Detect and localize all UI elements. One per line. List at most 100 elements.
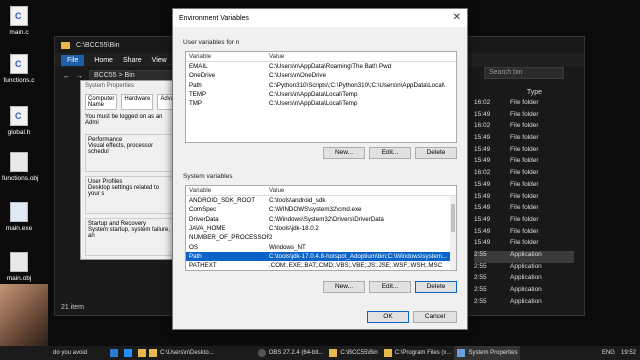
system-properties-window: System Properties Computer Name Hardware… [80,80,187,260]
taskbar-item-program-files[interactable]: C:\Program Files (x... [381,346,455,360]
file-row[interactable]: 2:55 Application [474,286,574,298]
system-new-button[interactable]: New... [323,281,365,293]
file-type: File folder [510,239,539,247]
system-delete-button[interactable]: Delete [415,281,457,293]
taskbar-item-deskto[interactable]: C:\Users\n\Deskto... [146,346,217,360]
variable-row[interactable]: Path C:\Python310\Scripts\;C:\Python310\;… [186,81,456,90]
file-explorer-icon[interactable] [138,349,146,357]
variable-row[interactable]: OneDrive C:\Users\n\OneDrive [186,71,456,80]
forward-arrow-icon[interactable]: → [76,73,83,80]
obj-file-icon [10,252,28,272]
back-arrow-icon[interactable]: ← [63,73,70,80]
ribbon-tab-view[interactable]: View [152,57,167,64]
ribbon-tab-share[interactable]: Share [123,57,142,64]
file-row[interactable]: 15:49 File folder [474,146,574,158]
file-row[interactable]: 2:55 Application [474,250,574,263]
desktop-icon-label: global.h [7,129,31,136]
file-modified: 16:02 [474,122,491,130]
column-header-value[interactable]: Value [269,53,456,60]
file-modified: 15:49 [474,110,491,118]
variable-row[interactable]: DriverData C:\Windows\System32\Drivers\Dr… [186,215,456,224]
variable-row[interactable]: ComSpec C:\WINDOWS\system32\cmd.exe [186,205,456,214]
file-modified: 2:55 [474,262,487,270]
file-row[interactable]: 15:49 File folder [474,228,574,240]
env-title: Environment Variables [179,14,249,22]
file-type: File folder [510,157,539,165]
system-edit-button[interactable]: Edit... [369,281,411,293]
variable-row[interactable]: EMAIL C:\Users\n\AppData\Roaming\The Bat!… [186,62,456,71]
search-input[interactable]: Search bin [484,67,564,79]
user-new-button[interactable]: New... [323,147,365,159]
variable-value: Windows_NT [269,243,306,251]
variable-row[interactable]: TEMP C:\Users\n\AppData\Local\Temp [186,90,456,99]
desktop-icon-main-c[interactable]: main.c [2,6,36,36]
file-row[interactable]: 15:49 File folder [474,204,574,216]
file-modified: 16:02 [474,99,491,106]
tab-computer-name[interactable]: Computer Name [85,94,118,110]
language-indicator[interactable]: ENG [602,350,615,356]
task-view-icon[interactable] [110,349,118,357]
variable-row[interactable]: Path C:\tools\jdk-17.0.4.8-hotspot_Adopti… [186,251,456,262]
taskbar-search[interactable]: do you avoid [50,346,110,360]
close-icon[interactable]: ✕ [453,12,461,23]
file-row[interactable]: 16:02 File folder [474,122,574,134]
variable-row[interactable]: ANDROID_SDK_ROOT C:\tools\android_sdk [186,196,456,205]
file-row[interactable]: 15:49 File folder [474,193,574,205]
file-row[interactable]: 15:49 File folder [474,157,574,169]
variable-row[interactable]: TMP C:\Users\n\AppData\Local\Temp [186,99,456,108]
file-row[interactable]: 15:49 File folder [474,134,574,146]
ribbon-tab-file[interactable]: File [61,54,85,66]
variable-row[interactable]: NUMBER_OF_PROCESSORS 2 [186,233,456,242]
user-edit-button[interactable]: Edit... [369,147,411,159]
taskbar-item-obs[interactable]: OBS 27.2.4 (64-bit... [255,346,327,360]
file-modified: 2:55 [474,274,487,282]
variable-row[interactable]: PATHEXT .COM;.EXE;.BAT;.CMD;.VBS;.VBE;.JS… [186,261,456,270]
ribbon-tab-home[interactable]: Home [94,57,113,64]
variable-name: OneDrive [189,72,216,80]
column-header-type[interactable]: Type [527,89,542,96]
clock[interactable]: 19:52 [621,350,636,356]
file-type: Application [510,274,542,282]
desktop-icon-main-obj[interactable]: main.obj [2,252,36,282]
taskbar-item-bcc55[interactable]: C:\BCC55\Bin [326,346,380,360]
user-delete-button[interactable]: Delete [415,147,457,159]
edge-icon[interactable] [124,349,132,357]
file-row[interactable]: 2:55 Application [474,263,574,275]
variable-name: TEMP [189,91,207,99]
column-header-variable[interactable]: Variable [189,187,269,194]
file-row[interactable]: 16:02 File folder [474,99,574,111]
desktop-icon-main-exe[interactable]: main.exe [2,202,36,232]
cancel-button[interactable]: Cancel [413,311,457,323]
file-row[interactable]: 2:55 Application [474,298,574,310]
ok-button[interactable]: OK [367,311,409,323]
task-label: C:\Program Files (x... [394,350,452,356]
env-titlebar[interactable]: Environment Variables [173,9,467,27]
tab-hardware[interactable]: Hardware [121,94,154,110]
file-row[interactable]: 16:02 File folder [474,169,574,181]
file-row[interactable]: 15:49 File folder [474,216,574,228]
desktop-icon-functions-c[interactable]: functions.c [2,54,36,84]
desktop-icon-global-h[interactable]: global.h [2,106,36,136]
file-type: File folder [510,99,539,106]
file-type: File folder [510,122,539,130]
file-row[interactable]: 15:49 File folder [474,181,574,193]
column-header-value[interactable]: Value [269,187,456,194]
system-list-scrollbar[interactable] [450,196,456,270]
variable-value: .COM;.EXE;.BAT;.CMD;.VBS;.VBE;.JS;.JSE;.… [269,262,443,270]
taskbar-item-system-properties[interactable]: System Properties [454,346,521,360]
desktop-icon-functions-obj[interactable]: functions.obj [2,152,39,182]
column-header-variable[interactable]: Variable [189,53,269,60]
variable-value: C:\Python310\Scripts\;C:\Python310\;C:\U… [269,81,445,89]
c-file-icon [10,6,28,26]
file-type: File folder [510,180,539,188]
scrollbar-thumb[interactable] [451,204,455,232]
file-row[interactable]: 15:49 File folder [474,111,574,123]
variable-row[interactable]: OS Windows_NT [186,242,456,251]
explorer-title: C:\BCC55\Bin [76,41,120,49]
file-row[interactable]: 2:55 Application [474,274,574,286]
variable-name: PATHEXT [189,262,217,270]
file-row[interactable]: 15:49 File folder [474,239,574,251]
variable-name: JAVA_HOME [189,225,226,233]
variable-row[interactable]: JAVA_HOME C:\tools\jdk-18.0.2 [186,224,456,233]
desktop-icon-label: functions.c [3,77,35,84]
